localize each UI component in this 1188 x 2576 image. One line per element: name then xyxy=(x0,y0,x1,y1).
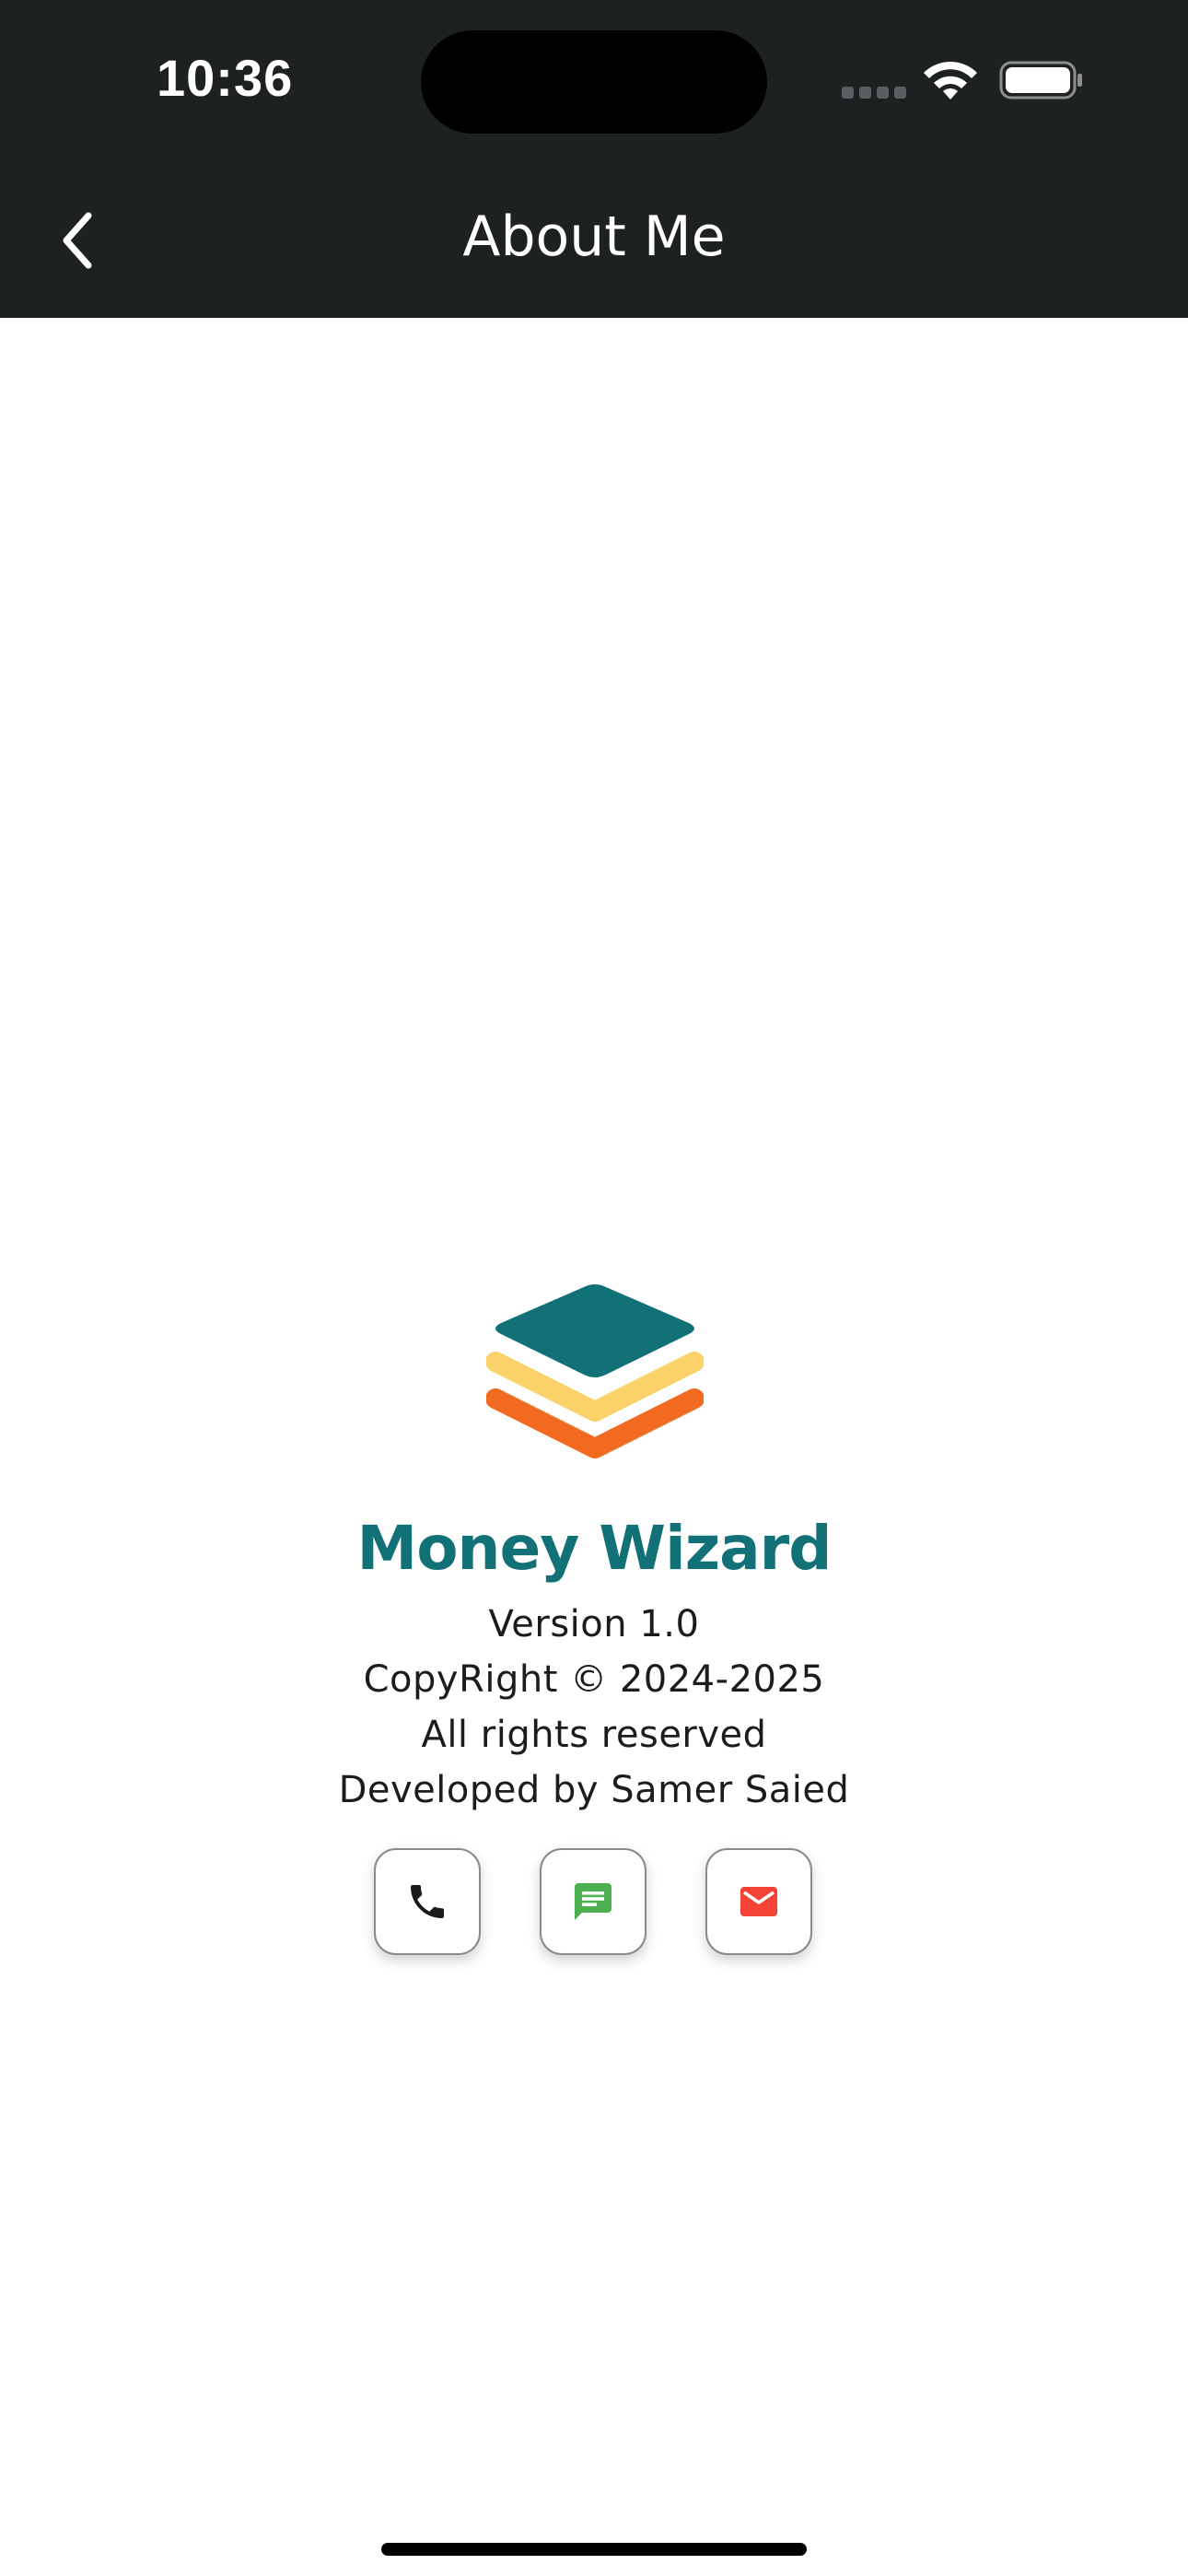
wifi-icon xyxy=(924,61,977,100)
page-title: About Me xyxy=(462,205,726,269)
status-time: 10:36 xyxy=(157,49,294,107)
app-header: 10:36 About Me xyxy=(0,0,1188,318)
copyright-text: CopyRight © 2024-2025 xyxy=(363,1658,825,1701)
developer-text: Developed by Samer Saied xyxy=(338,1769,850,1811)
phone-button[interactable] xyxy=(374,1848,481,1955)
email-icon xyxy=(740,1887,777,1916)
app-name: Money Wizard xyxy=(356,1513,833,1584)
rights-text: All rights reserved xyxy=(421,1714,767,1756)
message-button[interactable] xyxy=(540,1848,646,1955)
message-icon xyxy=(575,1883,611,1920)
cellular-signal-icon xyxy=(842,87,906,100)
phone-icon xyxy=(411,1885,444,1918)
battery-icon xyxy=(999,61,1082,100)
email-button[interactable] xyxy=(705,1848,812,1955)
app-logo xyxy=(486,1284,704,1458)
home-indicator[interactable] xyxy=(381,2543,807,2556)
dynamic-island xyxy=(421,30,767,134)
version-text: Version 1.0 xyxy=(488,1603,700,1645)
